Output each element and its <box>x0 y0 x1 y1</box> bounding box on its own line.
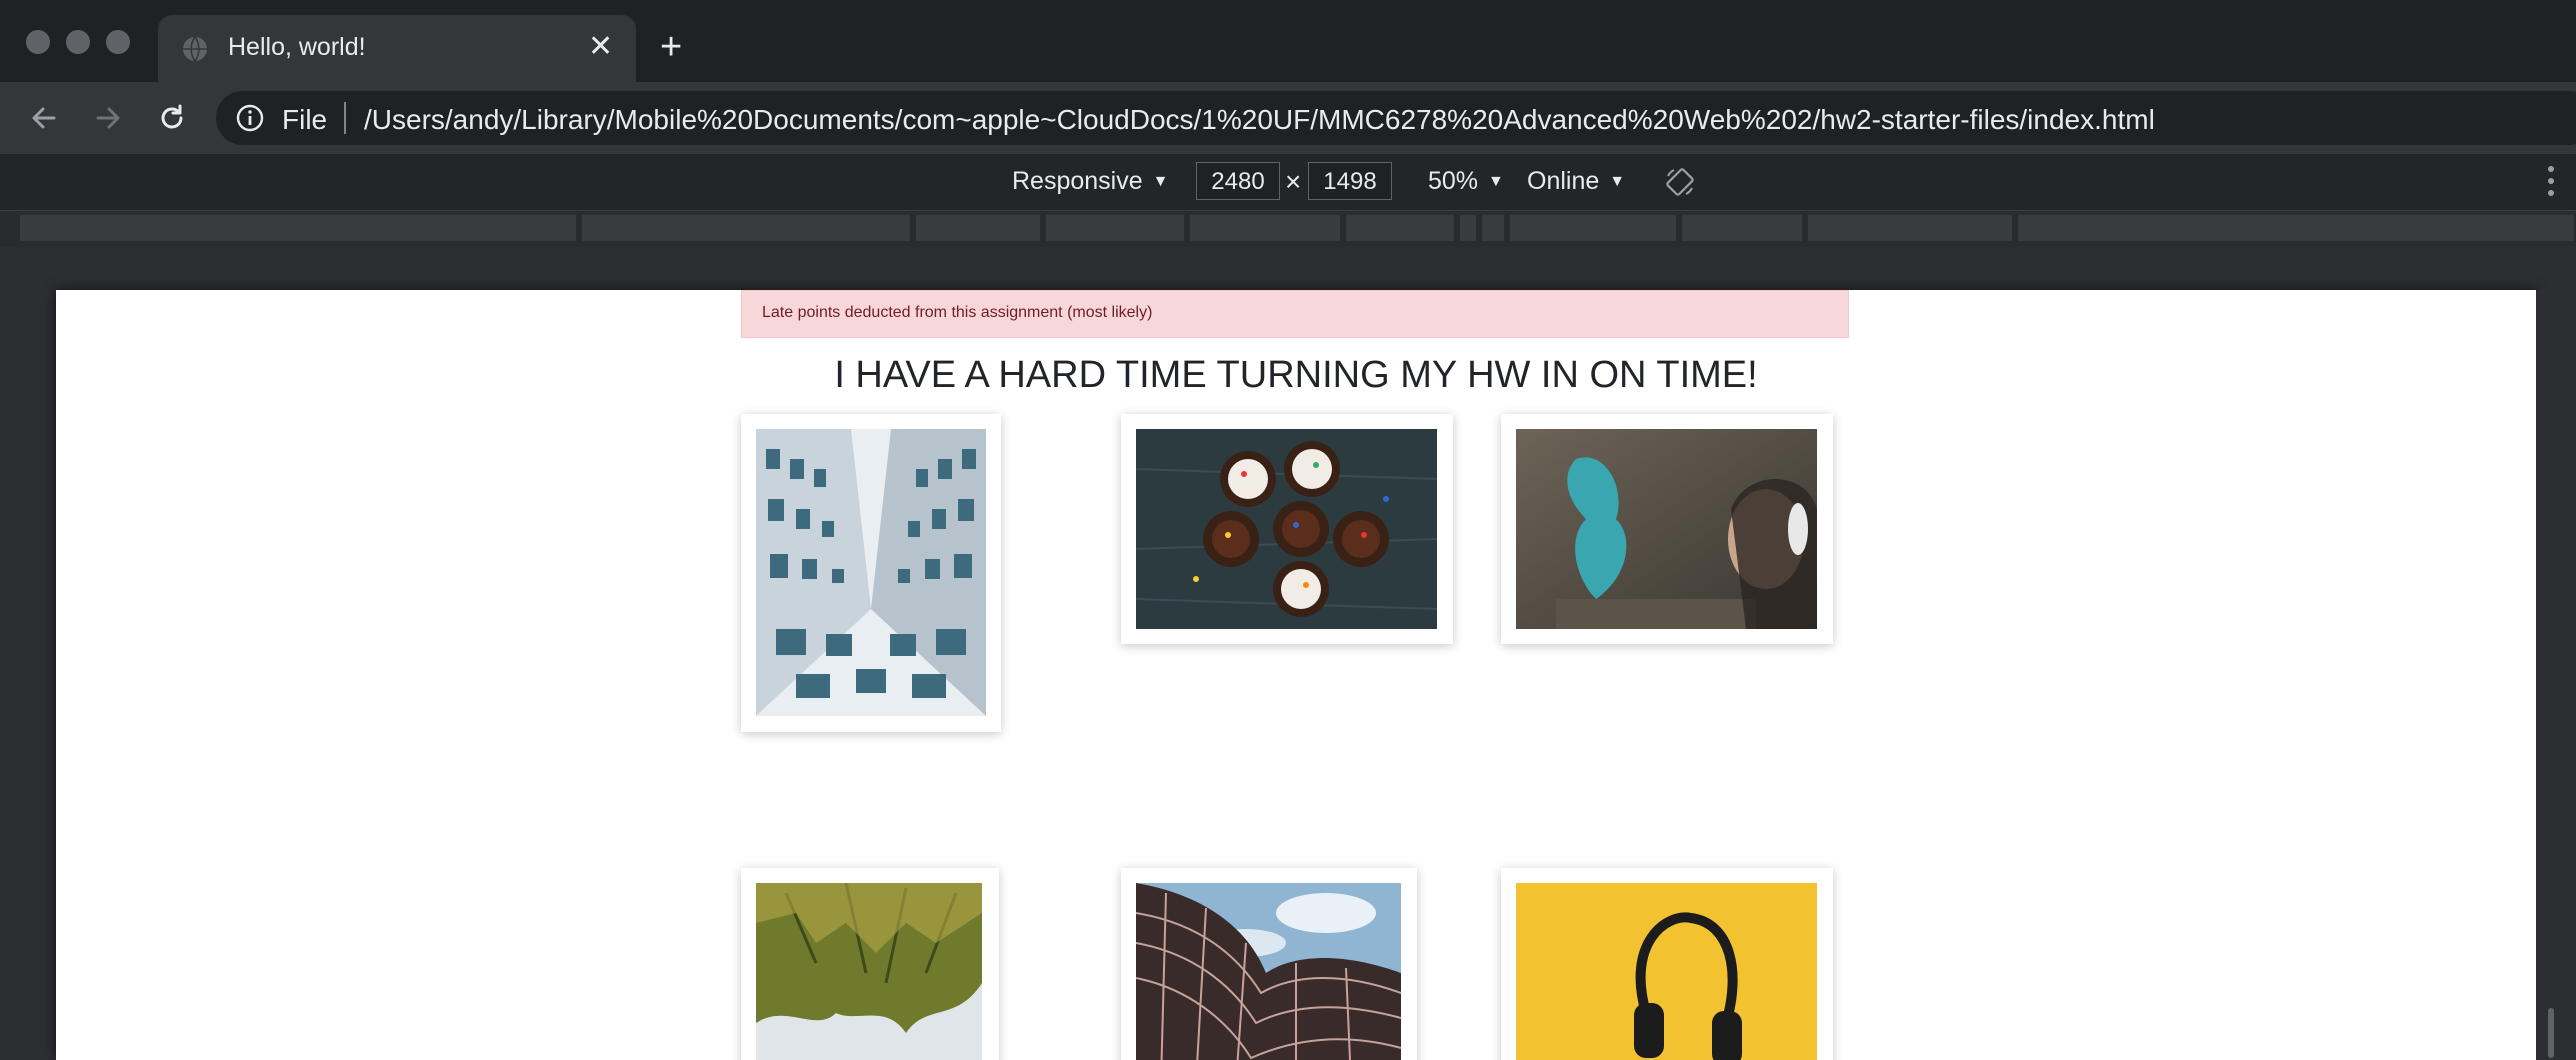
cupcakes-photo <box>1136 429 1437 629</box>
media-query-segment[interactable] <box>916 215 1040 241</box>
back-arrow-icon[interactable] <box>26 100 62 136</box>
headphones-photo <box>1516 883 1817 1060</box>
width-input[interactable]: 2480 <box>1196 162 1280 200</box>
page-viewport: Late points deducted from this assignmen… <box>56 290 2536 1060</box>
photo-card[interactable] <box>741 414 1001 732</box>
reload-icon[interactable] <box>154 100 190 136</box>
media-query-segment[interactable] <box>582 215 910 241</box>
media-query-segment[interactable] <box>1460 215 1476 241</box>
media-query-bar <box>0 211 2576 247</box>
throttling-select[interactable]: Online ▼ <box>1527 167 1625 196</box>
caret-down-icon: ▼ <box>1488 173 1504 190</box>
photo-card[interactable] <box>1501 868 1833 1060</box>
height-input[interactable]: 1498 <box>1308 162 1392 200</box>
browser-toolbar: File /Users/andy/Library/Mobile%20Docume… <box>0 82 2576 154</box>
close-window-button[interactable] <box>26 30 50 54</box>
viewport-scrollbar[interactable] <box>2536 290 2566 1060</box>
forward-arrow-icon[interactable] <box>90 100 126 136</box>
device-toolbar: Responsive ▼ 2480 × 1498 50% ▼ Online ▼ <box>0 154 2576 211</box>
media-query-segment[interactable] <box>1190 215 1340 241</box>
zoom-select[interactable]: 50% ▼ <box>1428 167 1504 196</box>
photo-card[interactable] <box>1501 414 1833 644</box>
building-photo <box>756 429 986 716</box>
media-query-segment[interactable] <box>2018 215 2574 241</box>
info-icon[interactable] <box>236 104 264 132</box>
photo-card[interactable] <box>741 868 999 1060</box>
scheme-label: File <box>282 104 328 135</box>
maximize-window-button[interactable] <box>106 30 130 54</box>
globe-icon <box>183 36 207 62</box>
address-bar[interactable]: File /Users/andy/Library/Mobile%20Docume… <box>216 91 2576 145</box>
close-tab-icon[interactable]: ✕ <box>588 32 613 62</box>
media-query-segment[interactable] <box>1682 215 1802 241</box>
photo-card[interactable] <box>1121 414 1453 644</box>
media-query-segment[interactable] <box>1482 215 1504 241</box>
device-select[interactable]: Responsive ▼ <box>1012 167 1168 196</box>
wavy-building-photo <box>1136 883 1401 1060</box>
tab-title: Hello, world! <box>228 33 366 61</box>
media-query-segment[interactable] <box>1046 215 1184 241</box>
zoom-label: 50% <box>1428 167 1479 195</box>
scrollbar-thumb[interactable] <box>2548 1008 2554 1058</box>
url-text[interactable]: /Users/andy/Library/Mobile%20Documents/c… <box>364 104 2155 136</box>
palm-trees-photo <box>756 883 982 1060</box>
new-tab-icon[interactable]: + <box>660 28 682 66</box>
browser-tab-active[interactable]: Hello, world! ✕ <box>158 15 636 82</box>
caret-down-icon: ▼ <box>1152 173 1169 190</box>
address-divider <box>344 102 346 134</box>
media-query-segment[interactable] <box>1346 215 1454 241</box>
caret-down-icon: ▼ <box>1609 173 1626 190</box>
media-query-segment[interactable] <box>1510 215 1676 241</box>
dimension-separator: × <box>1285 166 1302 197</box>
media-query-segment[interactable] <box>20 215 576 241</box>
throttling-label: Online <box>1527 167 1600 195</box>
late-points-alert: Late points deducted from this assignmen… <box>741 290 1849 338</box>
page-heading: I HAVE A HARD TIME TURNING MY HW IN ON T… <box>834 354 1758 396</box>
photo-card[interactable] <box>1121 868 1417 1060</box>
graffiti-photo <box>1516 429 1817 629</box>
device-label: Responsive <box>1012 167 1143 195</box>
rotate-icon[interactable] <box>1664 166 1696 198</box>
minimize-window-button[interactable] <box>66 30 90 54</box>
media-query-segment[interactable] <box>1808 215 2012 241</box>
tab-strip: Hello, world! ✕ + <box>0 0 2576 82</box>
more-options-icon[interactable] <box>2548 166 2556 198</box>
